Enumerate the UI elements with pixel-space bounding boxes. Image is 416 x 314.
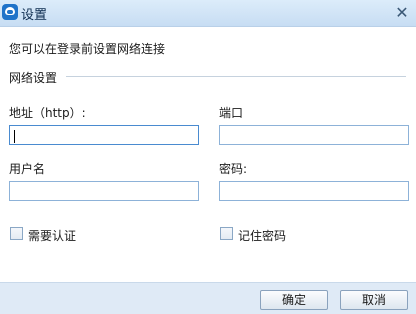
title-bar: 设置 ✕ <box>0 0 416 27</box>
ok-button[interactable]: 确定 <box>260 290 328 310</box>
group-divider <box>66 76 406 77</box>
username-input[interactable] <box>9 181 199 201</box>
window-title: 设置 <box>21 8 48 23</box>
address-input[interactable] <box>9 125 199 145</box>
close-icon[interactable]: ✕ <box>392 3 412 23</box>
dialog-footer: 确定 取消 <box>0 282 416 314</box>
address-label: 地址（http）: <box>9 106 86 120</box>
intro-text: 您可以在登录前设置网络连接 <box>9 42 166 56</box>
port-label: 端口 <box>219 106 244 120</box>
app-icon <box>2 4 18 20</box>
require-auth-checkbox[interactable] <box>10 227 23 240</box>
password-input[interactable] <box>219 181 409 201</box>
cancel-button[interactable]: 取消 <box>340 290 408 310</box>
text-caret <box>14 130 15 143</box>
remember-password-label[interactable]: 记住密码 <box>238 227 286 244</box>
remember-password-checkbox[interactable] <box>220 227 233 240</box>
network-settings-group-label: 网络设置 <box>9 71 58 85</box>
username-label: 用户名 <box>9 162 46 176</box>
port-input[interactable] <box>219 125 409 145</box>
password-label: 密码: <box>219 162 248 176</box>
require-auth-label[interactable]: 需要认证 <box>28 227 76 244</box>
